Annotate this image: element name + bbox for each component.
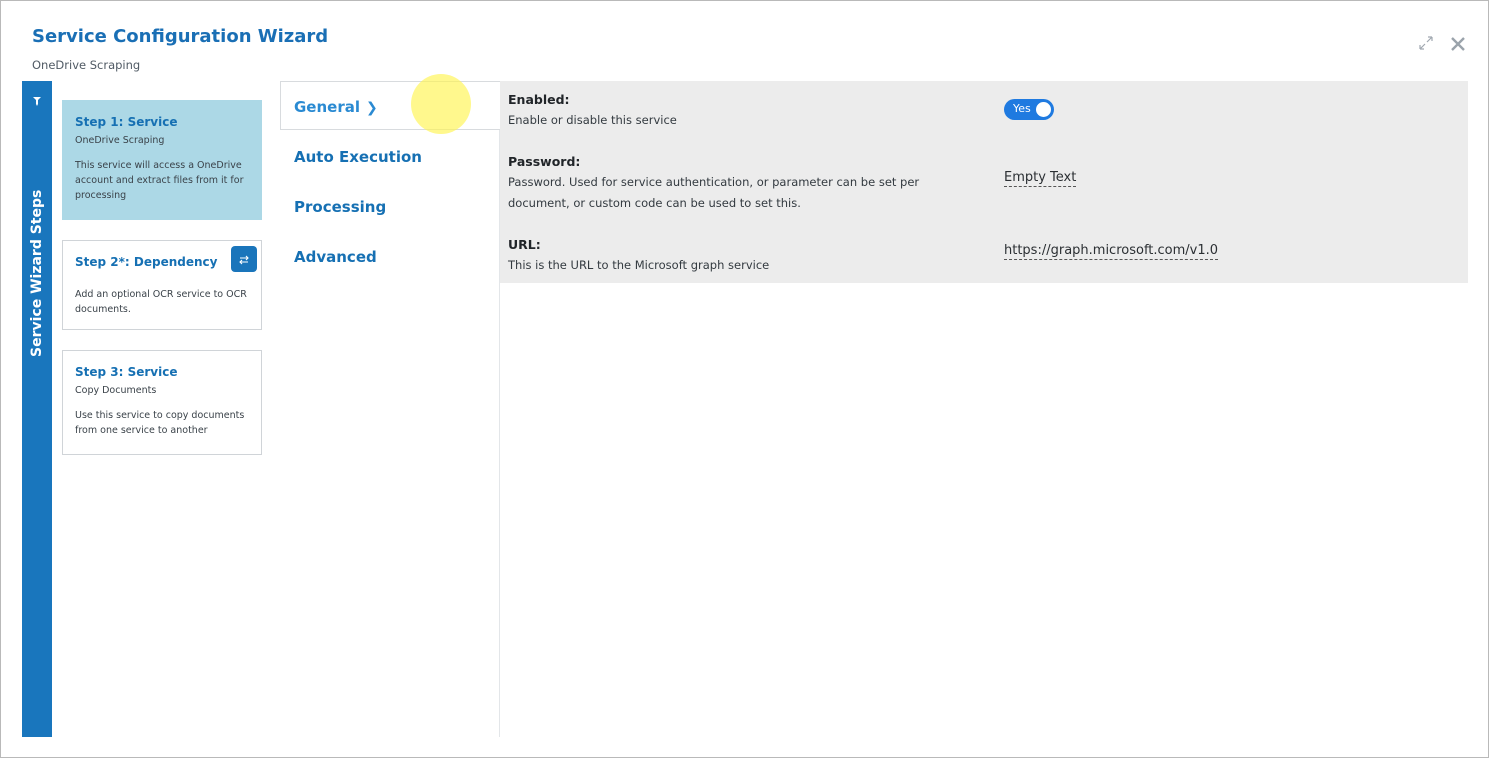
url-label: URL: — [508, 237, 541, 252]
password-field[interactable]: Empty Text — [1004, 170, 1077, 187]
step-description: Use this service to copy documents from … — [75, 410, 245, 436]
chevron-right-icon: ❯ — [366, 100, 378, 116]
settings-tabs: General ❯ Auto Execution Processing Advan… — [280, 81, 500, 737]
tab-label: General — [294, 98, 360, 116]
password-description: Password. Used for service authenticatio… — [508, 175, 920, 210]
dialog-title: Service Configuration Wizard — [32, 26, 329, 47]
close-icon[interactable] — [1448, 34, 1468, 54]
wizard-dialog: Service Configuration Wizard OneDrive Sc… — [0, 0, 1489, 758]
step-card-1[interactable]: Step 1: Service OneDrive Scraping This s… — [62, 100, 262, 220]
step-title: Step 2*: Dependency — [75, 255, 218, 269]
cursor-highlight — [411, 74, 471, 134]
enabled-description: Enable or disable this service — [508, 113, 677, 127]
tab-auto-execution[interactable]: Auto Execution — [294, 148, 422, 166]
toggle-label: Yes — [1013, 102, 1031, 115]
enabled-toggle[interactable]: Yes — [1004, 99, 1054, 120]
url-field[interactable]: https://graph.microsoft.com/v1.0 — [1004, 243, 1219, 260]
general-settings-panel: Enabled: Enable or disable this service … — [500, 81, 1468, 283]
step-title: Step 1: Service — [75, 115, 178, 129]
swap-dependency-button[interactable] — [231, 246, 257, 272]
swap-icon — [239, 255, 249, 264]
password-label: Password: — [508, 154, 581, 169]
step-description: This service will access a OneDrive acco… — [75, 160, 244, 201]
step-subtitle: OneDrive Scraping — [75, 135, 165, 146]
tab-processing[interactable]: Processing — [294, 198, 386, 216]
step-title: Step 3: Service — [75, 365, 178, 379]
step-description: Add an optional OCR service to OCR docum… — [75, 289, 247, 315]
url-description: This is the URL to the Microsoft graph s… — [508, 258, 770, 272]
enabled-label: Enabled: — [508, 92, 570, 107]
sidebar-label: Service Wizard Steps — [29, 189, 45, 357]
wizard-steps-sidebar[interactable]: Service Wizard Steps — [22, 81, 52, 737]
dialog-subtitle: OneDrive Scraping — [32, 58, 141, 72]
tab-advanced[interactable]: Advanced — [294, 248, 377, 266]
step-card-3[interactable]: Step 3: Service Copy Documents Use this … — [62, 350, 262, 455]
step-subtitle: Copy Documents — [75, 385, 157, 396]
pin-icon[interactable] — [31, 95, 43, 107]
tab-general[interactable]: General ❯ — [294, 98, 378, 116]
step-card-2[interactable]: Step 2*: Dependency Add an optional OCR … — [62, 240, 262, 330]
toggle-knob — [1036, 102, 1051, 117]
expand-icon[interactable] — [1417, 34, 1435, 52]
